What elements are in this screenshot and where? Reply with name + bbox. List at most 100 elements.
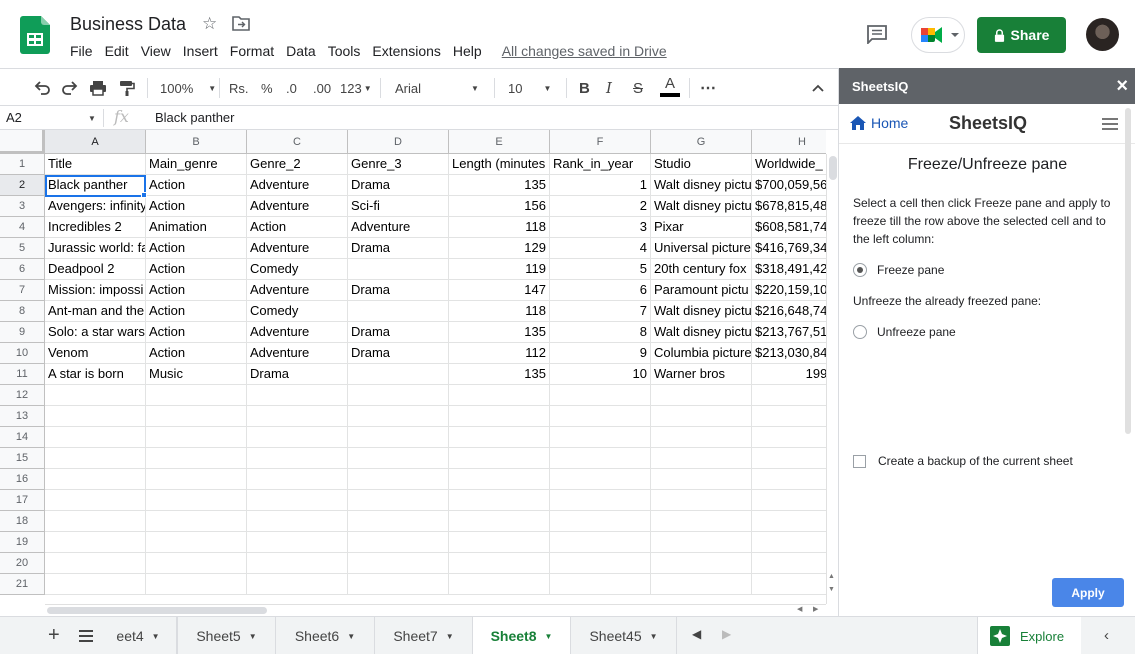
table-cell[interactable]: 199721 <box>752 364 826 385</box>
table-cell[interactable] <box>45 385 146 406</box>
table-cell[interactable] <box>651 553 752 574</box>
table-cell[interactable] <box>651 385 752 406</box>
table-cell[interactable]: Walt disney pictu <box>651 322 752 343</box>
table-cell[interactable]: Music <box>146 364 247 385</box>
scroll-down-arrow-icon[interactable]: ▼ <box>828 586 835 593</box>
table-cell[interactable]: 1 <box>550 175 651 196</box>
column-header-g[interactable]: G <box>651 130 752 154</box>
table-cell[interactable]: Pixar <box>651 217 752 238</box>
header-cell[interactable]: Genre_3 <box>348 154 449 175</box>
table-cell[interactable]: Deadpool 2 <box>45 259 146 280</box>
table-cell[interactable]: $213,767,51 <box>752 322 826 343</box>
row-header-12[interactable]: 12 <box>0 385 45 406</box>
table-cell[interactable] <box>752 448 826 469</box>
table-cell[interactable]: $213,030,84 <box>752 343 826 364</box>
table-cell[interactable] <box>449 427 550 448</box>
home-link[interactable]: Home <box>850 115 908 131</box>
table-cell[interactable]: 5 <box>550 259 651 280</box>
freeze-pane-radio[interactable] <box>853 263 867 277</box>
table-cell[interactable] <box>651 511 752 532</box>
table-cell[interactable] <box>449 385 550 406</box>
backup-checkbox[interactable] <box>853 454 866 468</box>
table-cell[interactable] <box>146 427 247 448</box>
table-cell[interactable] <box>45 532 146 553</box>
table-cell[interactable]: Sci-fi <box>348 196 449 217</box>
strikethrough-button[interactable]: S <box>633 78 643 98</box>
table-cell[interactable]: Adventure <box>247 175 348 196</box>
row-header-16[interactable]: 16 <box>0 469 45 490</box>
table-cell[interactable]: Walt disney pictu <box>651 301 752 322</box>
table-cell[interactable]: Adventure <box>247 238 348 259</box>
table-cell[interactable] <box>45 406 146 427</box>
table-cell[interactable]: Adventure <box>247 322 348 343</box>
menu-help[interactable]: Help <box>447 42 488 60</box>
table-cell[interactable] <box>449 553 550 574</box>
column-header-c[interactable]: C <box>247 130 348 154</box>
scrollbar-thumb[interactable] <box>47 607 267 614</box>
table-cell[interactable]: $416,769,34 <box>752 238 826 259</box>
unfreeze-pane-option[interactable]: Unfreeze pane <box>853 325 956 339</box>
table-cell[interactable] <box>348 490 449 511</box>
table-cell[interactable] <box>348 511 449 532</box>
meet-button[interactable] <box>911 17 965 53</box>
italic-button[interactable]: I <box>606 78 612 98</box>
horizontal-scrollbar[interactable]: ◀ ▶ <box>45 604 826 616</box>
spreadsheet-grid[interactable]: A B C D E F G H 1 Title Main_genre Genre_2 Genre_3 Le… <box>0 130 826 604</box>
table-cell[interactable]: Animation <box>146 217 247 238</box>
scrollbar-thumb[interactable] <box>829 156 837 180</box>
table-cell[interactable] <box>550 427 651 448</box>
backup-option[interactable]: Create a backup of the current sheet <box>853 454 1073 468</box>
row-header-4[interactable]: 4 <box>0 217 45 238</box>
scroll-left-arrow-icon[interactable]: ◀ <box>797 605 802 613</box>
table-cell[interactable]: Drama <box>348 343 449 364</box>
table-cell[interactable] <box>247 574 348 595</box>
table-cell[interactable]: Jurassic world: fa <box>45 238 146 259</box>
table-cell[interactable]: Action <box>146 238 247 259</box>
menu-file[interactable]: File <box>64 42 99 60</box>
table-cell[interactable]: Drama <box>348 175 449 196</box>
table-cell[interactable] <box>348 301 449 322</box>
row-header-8[interactable]: 8 <box>0 301 45 322</box>
scroll-right-arrow-icon[interactable]: ▶ <box>813 605 818 613</box>
table-cell[interactable]: 4 <box>550 238 651 259</box>
sheet-tab-sheet8[interactable]: Sheet8 ▼ <box>473 617 571 654</box>
table-cell[interactable] <box>752 406 826 427</box>
row-header-5[interactable]: 5 <box>0 238 45 259</box>
table-cell[interactable] <box>550 385 651 406</box>
header-cell[interactable]: Length (minutes <box>449 154 550 175</box>
chevron-left-icon[interactable]: ‹ <box>1104 627 1109 644</box>
table-cell[interactable] <box>651 469 752 490</box>
table-cell[interactable]: Paramount pictu <box>651 280 752 301</box>
column-header-h[interactable]: H <box>752 130 826 154</box>
print-icon[interactable] <box>89 78 107 98</box>
table-cell[interactable] <box>348 469 449 490</box>
table-cell[interactable] <box>146 448 247 469</box>
star-icon[interactable]: ☆ <box>202 14 217 34</box>
table-cell[interactable]: 20th century fox <box>651 259 752 280</box>
table-cell[interactable]: Warner bros <box>651 364 752 385</box>
table-cell[interactable] <box>146 511 247 532</box>
table-cell[interactable] <box>550 406 651 427</box>
row-header-2[interactable]: 2 <box>0 175 45 196</box>
table-cell[interactable] <box>247 385 348 406</box>
sheet-tab-sheet45[interactable]: Sheet45 ▼ <box>571 617 677 654</box>
table-cell[interactable]: $220,159,10 <box>752 280 826 301</box>
table-cell[interactable]: $678,815,48 <box>752 196 826 217</box>
undo-icon[interactable] <box>33 78 51 98</box>
table-cell[interactable]: Action <box>146 343 247 364</box>
table-cell[interactable]: 147 <box>449 280 550 301</box>
table-cell[interactable] <box>348 385 449 406</box>
table-cell[interactable] <box>348 364 449 385</box>
table-cell[interactable] <box>550 553 651 574</box>
table-cell[interactable]: Comedy <box>247 259 348 280</box>
text-color-button[interactable]: A <box>660 75 680 101</box>
scroll-up-arrow-icon[interactable]: ▲ <box>828 573 835 580</box>
table-cell[interactable] <box>348 532 449 553</box>
table-cell[interactable] <box>651 574 752 595</box>
table-cell[interactable] <box>45 574 146 595</box>
row-header-20[interactable]: 20 <box>0 553 45 574</box>
table-cell[interactable]: Adventure <box>247 196 348 217</box>
comment-history-icon[interactable] <box>866 24 888 44</box>
table-cell[interactable]: Drama <box>348 238 449 259</box>
table-cell[interactable]: Action <box>247 217 348 238</box>
